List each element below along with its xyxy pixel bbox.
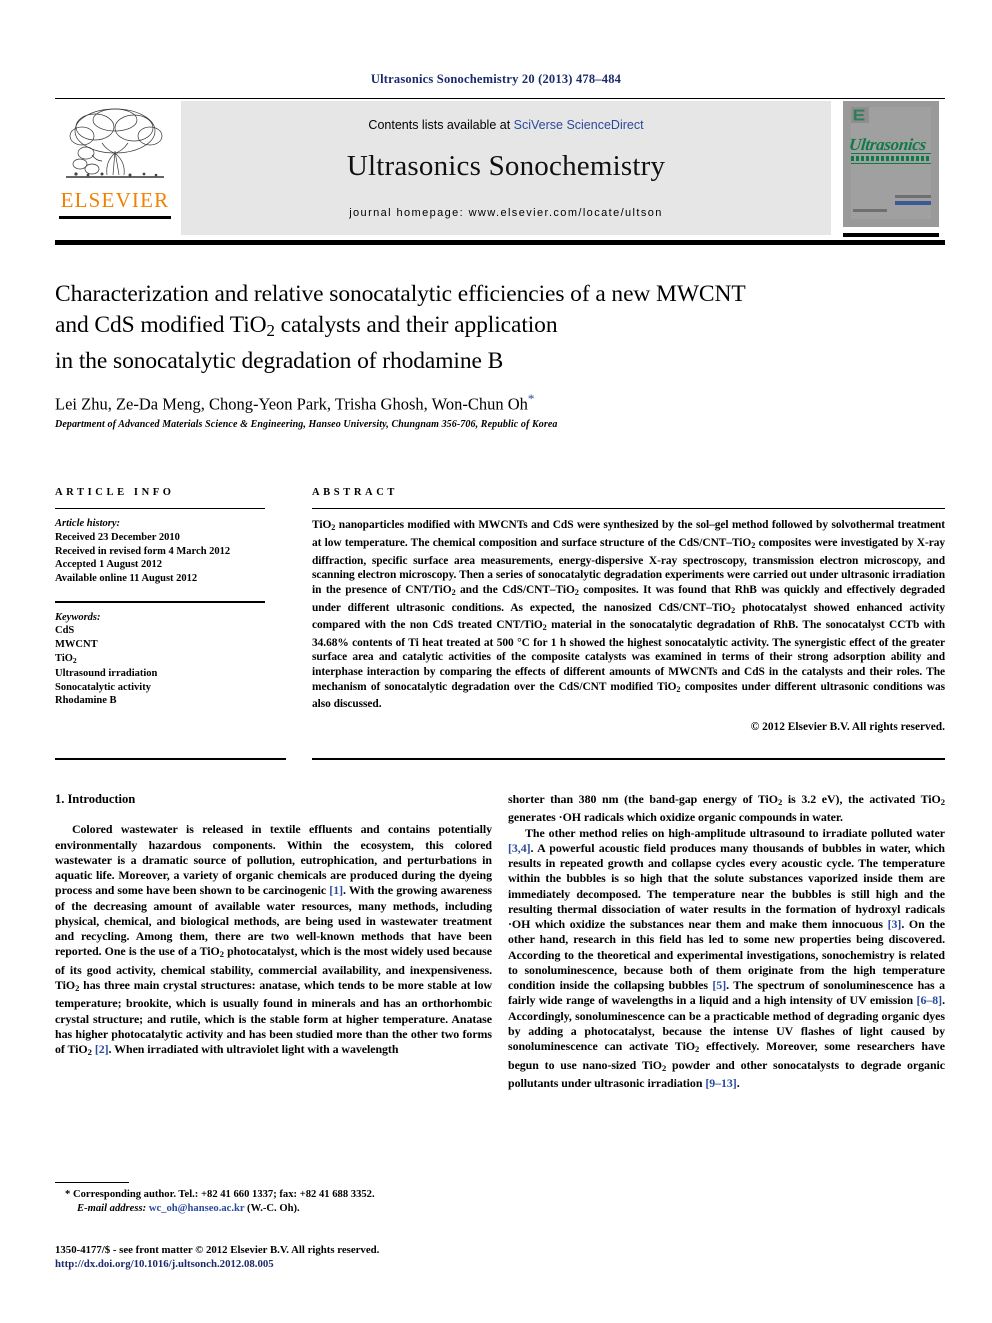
keyword-item: CdS xyxy=(55,625,75,637)
masthead-center: Contents lists available at SciVerse Sci… xyxy=(181,101,831,235)
elsevier-rule xyxy=(59,216,171,219)
citation-ref[interactable]: [5] xyxy=(712,978,726,992)
email-link[interactable]: wc_oh@hanseo.ac.kr xyxy=(149,1203,245,1214)
body-column-right: shorter than 380 nm (the band-gap energy… xyxy=(508,792,945,1091)
keyword-item: Sonocatalytic activity xyxy=(55,681,151,693)
paragraph: The other method relies on high-amplitud… xyxy=(508,825,945,1090)
body-column-left: 1. Introduction Colored wastewater is re… xyxy=(55,792,492,1060)
title-line-2a: and CdS modified TiO xyxy=(55,312,267,338)
citation-ref[interactable]: [6–8] xyxy=(917,993,943,1007)
paragraph-end: . xyxy=(736,1075,740,1090)
citation-ref[interactable]: [3,4] xyxy=(508,841,531,855)
cover-journal-title: Ultrasonics xyxy=(848,135,928,154)
email-note: E-mail address: wc_oh@hanseo.ac.kr (W.-C… xyxy=(55,1202,495,1216)
title-block: Characterization and relative sonocataly… xyxy=(55,279,835,377)
cover-elsevier-icon xyxy=(851,107,869,123)
article-title: Characterization and relative sonocataly… xyxy=(55,279,835,377)
article-info-heading: ARTICLE INFO xyxy=(55,487,175,498)
keywords-block: Keywords: CdS MWCNT TiO2 Ultrasound irra… xyxy=(55,603,265,708)
citation-ref[interactable]: [3] xyxy=(888,917,902,931)
keyword-item-tio2: TiO2 xyxy=(55,652,77,665)
history-item: Accepted 1 August 2012 xyxy=(55,559,163,571)
article-info-column: ARTICLE INFO Article history: Received 2… xyxy=(55,487,265,708)
journal-cover-thumbnail: Ultrasonics xyxy=(843,101,939,227)
journal-cover: Ultrasonics xyxy=(837,99,945,239)
author-list: Lei Zhu, Ze-Da Meng, Chong-Yeon Park, Tr… xyxy=(55,391,875,415)
history-item: Received in revised form 4 March 2012 xyxy=(55,545,231,557)
cover-rule xyxy=(843,233,939,237)
corresponding-author-marker: * xyxy=(527,391,535,406)
section-heading-introduction: 1. Introduction xyxy=(55,792,136,806)
issn-block: 1350-4177/$ - see front matter © 2012 El… xyxy=(55,1243,515,1271)
sciencedirect-link[interactable]: SciVerse ScienceDirect xyxy=(514,118,644,132)
contents-available-line: Contents lists available at SciVerse Sci… xyxy=(368,118,643,132)
title-sub-2: 2 xyxy=(266,321,275,341)
abstract-heading: ABSTRACT xyxy=(312,487,398,498)
citation-ref[interactable]: [9–13] xyxy=(705,1076,736,1090)
doi-link[interactable]: http://dx.doi.org/10.1016/j.ultsonch.201… xyxy=(55,1257,515,1271)
keyword-item: Rhodamine B xyxy=(55,695,117,707)
citation-ref[interactable]: [2] xyxy=(95,1042,109,1056)
elsevier-wordmark: ELSEVIER xyxy=(60,188,170,212)
authors-text: Lei Zhu, Ze-Da Meng, Chong-Yeon Park, Tr… xyxy=(55,394,528,414)
abstract-rule-bottom xyxy=(312,758,945,760)
journal-title: Ultrasonics Sonochemistry xyxy=(346,149,666,182)
corresponding-author-text: Corresponding author. Tel.: +82 41 660 1… xyxy=(70,1189,375,1200)
journal-masthead: ELSEVIER Contents lists available at Sci… xyxy=(55,98,945,240)
email-label: E-mail address: xyxy=(77,1202,147,1214)
title-line-3: in the sonocatalytic degradation of rhod… xyxy=(55,348,504,375)
article-history: Article history: Received 23 December 20… xyxy=(55,509,265,585)
article-page: Ultrasonics Sonochemistry 20 (2013) 478–… xyxy=(0,0,992,1323)
affiliation: Department of Advanced Materials Science… xyxy=(55,419,558,430)
footnote-rule xyxy=(55,1182,129,1184)
citation-ref[interactable]: [1] xyxy=(329,883,343,897)
paragraph: shorter than 380 nm (the band-gap energy… xyxy=(508,792,945,825)
elsevier-logo: ELSEVIER xyxy=(55,99,175,239)
paragraph: Colored wastewater is released in textil… xyxy=(55,822,492,1058)
email-suffix: (W.-C. Oh). xyxy=(244,1202,300,1214)
copyright-line: © 2012 Elsevier B.V. All rights reserved… xyxy=(750,720,945,733)
abstract-column: ABSTRACT TiO2 nanoparticles modified wit… xyxy=(312,487,945,733)
history-item: Received 23 December 2010 xyxy=(55,531,180,543)
history-item: Available online 11 August 2012 xyxy=(55,572,198,584)
journal-homepage-link[interactable]: journal homepage: www.elsevier.com/locat… xyxy=(349,207,663,219)
keyword-item: MWCNT xyxy=(55,638,98,650)
article-history-label: Article history: xyxy=(55,518,121,530)
abstract-text: TiO2 nanoparticles modified with MWCNTs … xyxy=(312,519,946,711)
elsevier-tree-icon xyxy=(66,108,164,178)
corresponding-author-note: * Corresponding author. Tel.: +82 41 660… xyxy=(55,1188,495,1202)
running-head: Ultrasonics Sonochemistry 20 (2013) 478–… xyxy=(370,72,622,86)
keywords-label: Keywords: xyxy=(55,611,101,623)
info-rule-bottom xyxy=(55,758,286,760)
footnote-block: * Corresponding author. Tel.: +82 41 660… xyxy=(55,1188,495,1215)
contents-prefix: Contents lists available at xyxy=(368,117,514,132)
keyword-item: Ultrasound irradiation xyxy=(55,668,158,679)
issn-line: 1350-4177/$ - see front matter © 2012 El… xyxy=(55,1244,380,1256)
title-line-1: Characterization and relative sonocataly… xyxy=(55,281,746,307)
masthead-bottom-rule xyxy=(55,240,945,245)
title-line-2b: catalysts and their application xyxy=(274,312,558,338)
